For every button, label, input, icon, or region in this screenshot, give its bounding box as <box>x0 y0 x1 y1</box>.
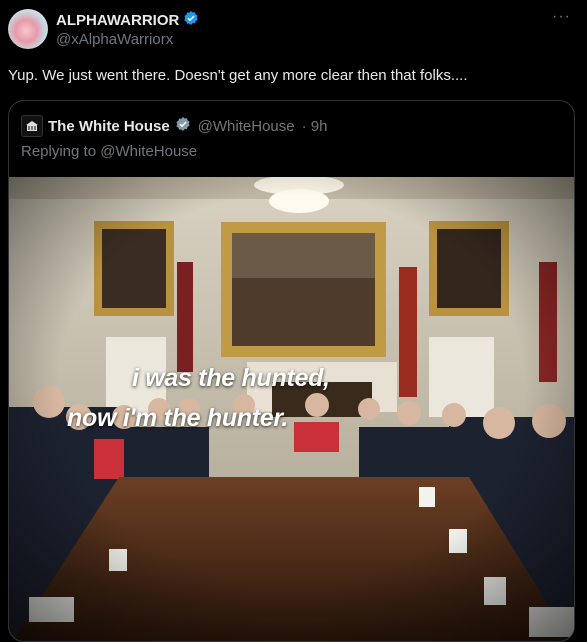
author-name-row: ALPHAWARRIOR <box>56 10 199 31</box>
verified-badge-icon <box>183 10 199 31</box>
white-house-logo-icon <box>21 115 43 137</box>
verified-badge-icon <box>175 116 191 136</box>
quoted-time[interactable]: · 9h <box>302 118 328 135</box>
quoted-handle[interactable]: @WhiteHouse <box>198 118 295 135</box>
author-handle[interactable]: @xAlphaWarriorx <box>56 31 173 48</box>
tweet-text: Yup. We just went there. Doesn't get any… <box>8 67 468 84</box>
more-options-icon[interactable]: ··· <box>552 8 571 26</box>
author-display-name[interactable]: ALPHAWARRIOR <box>56 12 179 29</box>
quoted-tweet[interactable]: The White House @WhiteHouse · 9h Replyin… <box>8 100 575 642</box>
avatar[interactable] <box>8 9 48 49</box>
quoted-header: The White House @WhiteHouse · 9h <box>21 115 327 137</box>
quoted-display-name[interactable]: The White House <box>48 118 170 135</box>
replying-to-label: Replying to @WhiteHouse <box>21 143 198 160</box>
overlay-text-line1: i was the hunted, <box>132 364 330 392</box>
overlay-text-line2: now i'm the hunter. <box>67 404 289 432</box>
quoted-photo[interactable]: i was the hunted, now i'm the hunter. <box>9 177 574 641</box>
